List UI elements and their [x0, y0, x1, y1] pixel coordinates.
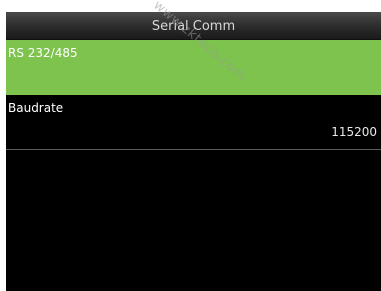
page-title: Serial Comm — [151, 19, 236, 34]
device-screen: Serial Comm RS 232/485 Baudrate 115200 — [6, 12, 381, 291]
menu-item-baudrate[interactable]: Baudrate 115200 — [6, 95, 381, 150]
menu-item-label: RS 232/485 — [8, 46, 78, 60]
baudrate-value: 115200 — [331, 125, 377, 139]
menu-item-rs232-485[interactable]: RS 232/485 — [6, 40, 381, 95]
menu-item-label: Baudrate — [8, 101, 64, 115]
title-bar: Serial Comm — [6, 12, 381, 40]
